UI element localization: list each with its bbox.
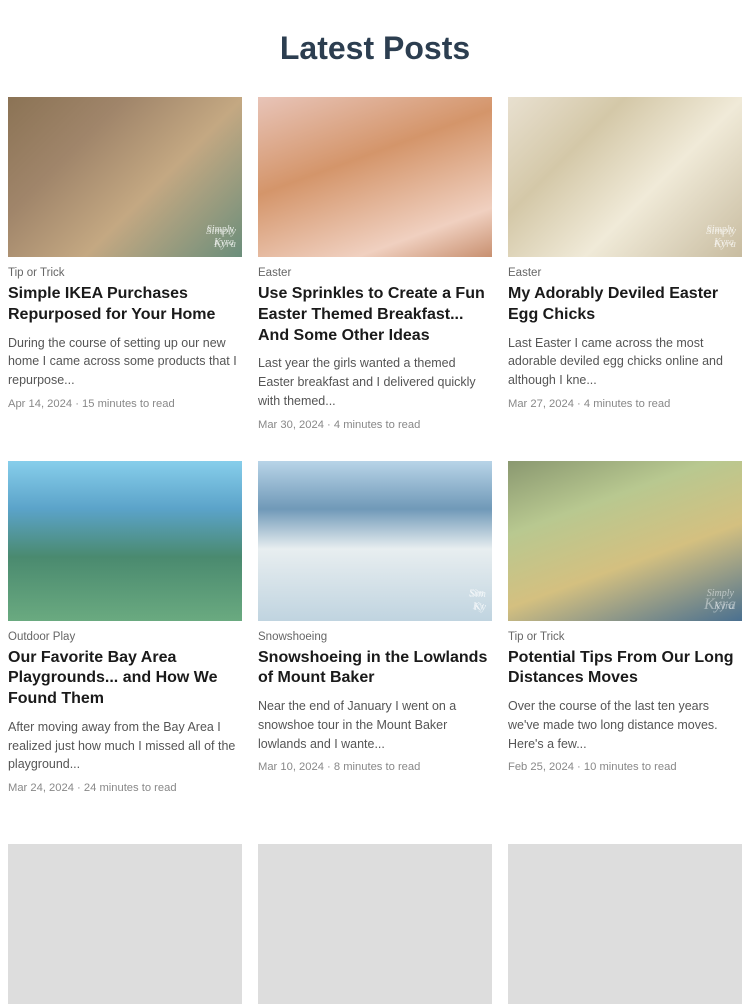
bottom-image-card-food[interactable] (0, 844, 250, 1004)
watermark-easter-egg: SimplyKyra (508, 97, 742, 257)
post-excerpt-playground: After moving away from the Bay Area I re… (8, 718, 242, 774)
post-title-playground: Our Favorite Bay Area Playgrounds... and… (8, 648, 242, 710)
watermark-longdistance: Kyra (508, 461, 742, 621)
post-image-snowshoe: SimKy (258, 461, 492, 621)
post-separator-snowshoe: · (327, 761, 334, 773)
post-title-snowshoe: Snowshoeing in the Lowlands of Mount Bak… (258, 648, 492, 690)
post-readtime-easter-egg: 4 minutes to read (584, 398, 670, 410)
post-date-ikea: Apr 14, 2024 (8, 398, 72, 410)
post-excerpt-ikea: During the course of setting up our new … (8, 334, 242, 390)
post-date-easter-egg: Mar 27, 2024 (508, 398, 574, 410)
page-title: Latest Posts (20, 30, 730, 67)
post-card-longdistance[interactable]: Kyra Tip or Trick Potential Tips From Ou… (500, 461, 750, 825)
post-date-sprinkles: Mar 30, 2024 (258, 419, 324, 431)
post-category-playground: Outdoor Play (8, 631, 242, 643)
post-category-ikea: Tip or Trick (8, 267, 242, 279)
bottom-image-card-craft[interactable] (250, 844, 500, 1004)
post-card-sprinkles[interactable]: Easter Use Sprinkles to Create a Fun Eas… (250, 97, 500, 461)
post-category-sprinkles: Easter (258, 267, 492, 279)
bottom-images-row (0, 834, 750, 1004)
post-meta-sprinkles: Mar 30, 2024 · 4 minutes to read (258, 419, 492, 431)
posts-grid-container: SimplyKyra Tip or Trick Simple IKEA Purc… (0, 87, 750, 1004)
bottom-image-card-outdoor[interactable] (500, 844, 750, 1004)
post-date-playground: Mar 24, 2024 (8, 782, 74, 794)
top-posts-grid: SimplyKyra Tip or Trick Simple IKEA Purc… (0, 87, 750, 834)
watermark-snowshoe: SimKy (258, 461, 492, 621)
post-excerpt-sprinkles: Last year the girls wanted a themed East… (258, 354, 492, 410)
post-title-sprinkles: Use Sprinkles to Create a Fun Easter The… (258, 284, 492, 346)
page-header: Latest Posts (0, 0, 750, 87)
post-separator-sprinkles: · (327, 419, 334, 431)
watermark-ikea: SimplyKyra (8, 97, 242, 257)
post-image-longdistance: Kyra (508, 461, 742, 621)
post-card-ikea[interactable]: SimplyKyra Tip or Trick Simple IKEA Purc… (0, 97, 250, 461)
post-readtime-snowshoe: 8 minutes to read (334, 761, 420, 773)
post-date-longdistance: Feb 25, 2024 (508, 761, 574, 773)
post-card-playground[interactable]: Outdoor Play Our Favorite Bay Area Playg… (0, 461, 250, 825)
post-excerpt-longdistance: Over the course of the last ten years we… (508, 697, 742, 753)
post-category-longdistance: Tip or Trick (508, 631, 742, 643)
post-card-snowshoe[interactable]: SimKy Snowshoeing Snowshoeing in the Low… (250, 461, 500, 825)
post-readtime-sprinkles: 4 minutes to read (334, 419, 420, 431)
post-title-ikea: Simple IKEA Purchases Repurposed for You… (8, 284, 242, 326)
post-image-playground (8, 461, 242, 621)
post-separator-longdistance: · (577, 761, 584, 773)
post-meta-longdistance: Feb 25, 2024 · 10 minutes to read (508, 761, 742, 773)
post-separator-easter-egg: · (577, 398, 584, 410)
post-excerpt-snowshoe: Near the end of January I went on a snow… (258, 697, 492, 753)
post-excerpt-easter-egg: Last Easter I came across the most adora… (508, 334, 742, 390)
post-separator-playground: · (77, 782, 84, 794)
post-category-snowshoe: Snowshoeing (258, 631, 492, 643)
post-readtime-longdistance: 10 minutes to read (584, 761, 677, 773)
post-meta-ikea: Apr 14, 2024 · 15 minutes to read (8, 398, 242, 410)
post-title-easter-egg: My Adorably Deviled Easter Egg Chicks (508, 284, 742, 326)
post-card-easter-egg[interactable]: SimplyKyra Easter My Adorably Deviled Ea… (500, 97, 750, 461)
post-readtime-ikea: 15 minutes to read (82, 398, 175, 410)
post-category-easter-egg: Easter (508, 267, 742, 279)
post-date-snowshoe: Mar 10, 2024 (258, 761, 324, 773)
post-image-easter-egg: SimplyKyra (508, 97, 742, 257)
bottom-image-craft (258, 844, 492, 1004)
post-separator-ikea: · (75, 398, 82, 410)
post-meta-snowshoe: Mar 10, 2024 · 8 minutes to read (258, 761, 492, 773)
post-image-sprinkles (258, 97, 492, 257)
post-readtime-playground: 24 minutes to read (84, 782, 177, 794)
post-title-longdistance: Potential Tips From Our Long Distances M… (508, 648, 742, 690)
bottom-image-outdoor (508, 844, 742, 1004)
bottom-image-food (8, 844, 242, 1004)
post-meta-easter-egg: Mar 27, 2024 · 4 minutes to read (508, 398, 742, 410)
post-meta-playground: Mar 24, 2024 · 24 minutes to read (8, 782, 242, 794)
post-image-ikea: SimplyKyra (8, 97, 242, 257)
